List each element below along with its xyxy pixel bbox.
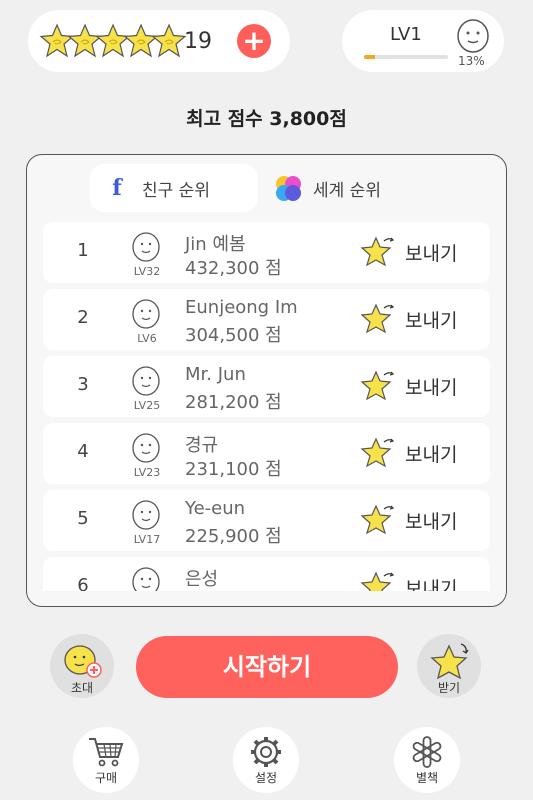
player-score: 231,100 점 — [185, 459, 282, 480]
player-level: LV25 — [133, 399, 161, 412]
player-level: LV6 — [137, 332, 157, 345]
receive-button[interactable]: 받기 — [417, 634, 481, 698]
send-star-icon — [360, 571, 395, 591]
send-label: 보내기 — [405, 309, 458, 332]
extra-button[interactable]: 별책 — [394, 727, 460, 793]
shop-label: 구매 — [94, 771, 118, 785]
stars-panel: 19 + — [28, 10, 290, 72]
player-avatar-icon — [132, 299, 160, 329]
send-label: 보내기 — [405, 242, 458, 265]
player-avatar-icon — [132, 500, 160, 530]
player-score: 281,200 점 — [185, 392, 282, 413]
player-avatar-icon — [132, 433, 160, 463]
avatar-face-icon — [457, 19, 489, 53]
send-star-button[interactable]: 보내기 — [359, 301, 457, 337]
send-star-icon — [360, 504, 395, 535]
rank-number: 1 — [77, 240, 89, 261]
hearts-count: 19 — [184, 29, 212, 54]
send-label: 보내기 — [405, 376, 458, 399]
rank-number: 4 — [77, 441, 89, 462]
player-score: 225,900 점 — [185, 526, 282, 547]
extra-label: 별책 — [415, 771, 439, 785]
start-game-button[interactable]: 시작하기 — [136, 636, 398, 698]
player-score: 304,500 점 — [185, 325, 282, 346]
stars-row — [38, 22, 187, 60]
invite-button[interactable]: 초대 — [50, 634, 114, 698]
ranking-board: f 친구 순위 세계 순위 1 LV32 Jin 예봄 432,300 점 보내… — [26, 154, 507, 607]
level-percent: 13% — [458, 54, 485, 68]
send-label: 보내기 — [405, 443, 458, 466]
receive-star-icon — [430, 643, 469, 680]
rank-number: 2 — [77, 307, 89, 328]
player-score: 432,300 점 — [185, 258, 282, 279]
tab-world-ranking[interactable]: 세계 순위 — [265, 164, 425, 212]
tab-friends-ranking[interactable]: f 친구 순위 — [90, 164, 258, 212]
ranking-list[interactable]: 1 LV32 Jin 예봄 432,300 점 보내기 2 LV6 Eunjeo… — [43, 222, 490, 591]
rank-number: 5 — [77, 508, 89, 529]
ranking-row: 5 LV17 Ye-eun 225,900 점 보내기 — [43, 490, 490, 551]
settings-button[interactable]: 설정 — [233, 727, 299, 793]
facebook-icon: f — [112, 175, 122, 201]
best-score: 최고 점수 3,800점 — [186, 108, 347, 130]
ranking-row: 3 LV25 Mr. Jun 281,200 점 보내기 — [43, 356, 490, 417]
level-progress-bar — [364, 55, 448, 59]
player-avatar-icon — [132, 567, 160, 591]
receive-label: 받기 — [437, 681, 461, 695]
invite-friend-icon — [64, 645, 102, 678]
rank-number: 3 — [77, 374, 89, 395]
ranking-row: 4 LV23 경규 231,100 점 보내기 — [43, 423, 490, 484]
player-name: Mr. Jun — [185, 364, 246, 385]
player-name: Eunjeong Im — [185, 297, 298, 318]
level-label: LV1 — [390, 24, 422, 45]
send-star-icon — [360, 370, 395, 401]
send-star-button[interactable]: 보내기 — [359, 569, 457, 591]
send-label: 보내기 — [405, 577, 458, 592]
game-center-icon — [276, 176, 301, 201]
player-name: 경규 — [185, 435, 219, 456]
player-name: 은성 — [185, 569, 219, 590]
player-avatar-icon — [132, 366, 160, 396]
shop-button[interactable]: 구매 — [73, 727, 139, 793]
send-star-icon — [360, 303, 395, 334]
player-level: LV32 — [133, 265, 161, 278]
gear-icon — [251, 737, 281, 767]
level-progress-fill — [364, 55, 375, 59]
send-star-button[interactable]: 보내기 — [359, 502, 457, 538]
send-label: 보내기 — [405, 510, 458, 533]
player-level: LV17 — [133, 533, 161, 546]
invite-label: 초대 — [70, 681, 94, 695]
tab-friends-label: 친구 순위 — [142, 180, 210, 201]
send-star-button[interactable]: 보내기 — [359, 234, 457, 270]
ranking-row: 6 은성 보내기 — [43, 557, 490, 591]
tab-world-label: 세계 순위 — [313, 180, 381, 201]
player-name: Jin 예봄 — [185, 234, 246, 255]
shopping-cart-icon — [89, 738, 124, 767]
player-avatar-icon — [132, 232, 160, 262]
player-level: LV23 — [133, 466, 161, 479]
send-star-button[interactable]: 보내기 — [359, 368, 457, 404]
player-name: Ye-eun — [185, 498, 246, 519]
star-icon — [151, 23, 187, 58]
settings-label: 설정 — [254, 771, 278, 785]
send-star-icon — [360, 437, 395, 468]
ranking-row: 2 LV6 Eunjeong Im 304,500 점 보내기 — [43, 289, 490, 350]
send-star-icon — [360, 236, 395, 267]
ranking-row: 1 LV32 Jin 예봄 432,300 점 보내기 — [43, 222, 490, 283]
asterisk-icon — [412, 736, 442, 768]
rank-number: 6 — [77, 575, 89, 591]
add-hearts-button[interactable]: + — [237, 24, 271, 58]
level-panel[interactable]: LV1 13% — [342, 10, 504, 72]
send-star-button[interactable]: 보내기 — [359, 435, 457, 471]
